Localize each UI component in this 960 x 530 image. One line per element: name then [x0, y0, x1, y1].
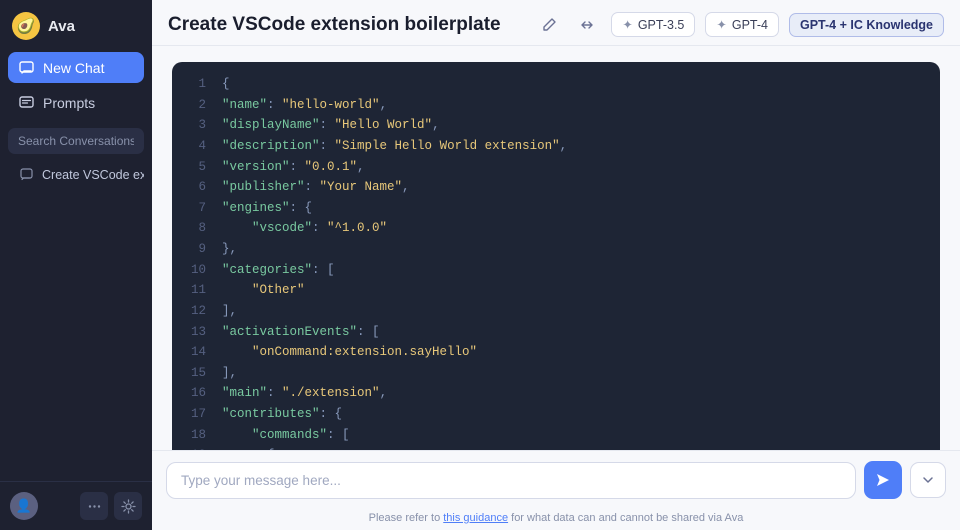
message-input[interactable]	[166, 462, 856, 499]
settings-button[interactable]	[114, 492, 142, 520]
code-line-8: 8 "vscode": "^1.0.0"	[188, 218, 924, 239]
model-gpt35-button[interactable]: ✦ GPT-3.5	[611, 12, 695, 37]
app-icon: 🥑	[12, 12, 40, 40]
code-line-12: 12 ],	[188, 301, 924, 322]
more-button[interactable]	[80, 492, 108, 520]
search-input[interactable]	[8, 128, 144, 154]
gpt4-label: GPT-4	[732, 18, 768, 32]
app-name: Ava	[48, 18, 75, 35]
code-line-6: 6"publisher": "Your Name",	[188, 177, 924, 198]
footer-prefix: Please refer to	[369, 512, 444, 524]
prompts-button[interactable]: Prompts	[8, 87, 144, 118]
code-line-16: 16"main": "./extension",	[188, 383, 924, 404]
sidebar-bottom-icons	[80, 492, 142, 520]
code-line-2: 2"name": "hello-world",	[188, 95, 924, 116]
code-block: 1{ 2"name": "hello-world", 3"displayName…	[172, 62, 940, 450]
model-gpt4-button[interactable]: ✦ GPT-4	[705, 12, 779, 37]
code-line-17: 17"contributes": {	[188, 404, 924, 425]
sidebar-header: 🥑 Ava	[0, 0, 152, 50]
code-line-1: 1{	[188, 74, 924, 95]
code-line-11: 11 "Other"	[188, 280, 924, 301]
code-line-14: 14 "onCommand:extension.sayHello"	[188, 342, 924, 363]
gpt35-icon: ✦	[622, 17, 632, 32]
model-gpt4ic-button[interactable]: GPT-4 + IC Knowledge	[789, 13, 944, 37]
main-panel: Create VSCode extension boilerplate ✦ GP…	[152, 0, 960, 530]
gpt4-icon: ✦	[716, 17, 726, 32]
avatar: 👤	[10, 492, 38, 520]
sidebar: 🥑 Ava New Chat Prompts	[0, 0, 152, 530]
input-area	[152, 450, 960, 509]
prompts-icon	[18, 94, 35, 111]
code-line-9: 9 },	[188, 239, 924, 260]
chat-item-label: Create VSCode extensi	[42, 168, 144, 182]
edit-button[interactable]	[535, 13, 563, 37]
code-line-10: 10"categories": [	[188, 260, 924, 281]
code-line-5: 5"version": "0.0.1",	[188, 157, 924, 178]
footer-link[interactable]: this guidance	[443, 512, 508, 524]
code-line-13: 13"activationEvents": [	[188, 322, 924, 343]
chat-item-icon	[18, 166, 35, 183]
chat-item[interactable]: Create VSCode extensi	[8, 160, 144, 189]
sidebar-bottom: 👤	[0, 481, 152, 530]
code-line-3: 3"displayName": "Hello World",	[188, 115, 924, 136]
page-title: Create VSCode extension boilerplate	[168, 14, 525, 36]
chat-icon	[18, 59, 35, 76]
adjust-button[interactable]	[573, 13, 601, 37]
scroll-down-button[interactable]	[910, 462, 946, 498]
new-chat-button[interactable]: New Chat	[8, 52, 144, 83]
topbar: Create VSCode extension boilerplate ✦ GP…	[152, 0, 960, 46]
new-chat-label: New Chat	[43, 60, 104, 76]
code-line-15: 15 ],	[188, 363, 924, 384]
gpt35-label: GPT-3.5	[638, 18, 685, 32]
code-line-18: 18 "commands": [	[188, 425, 924, 446]
footer-suffix: for what data can and cannot be shared v…	[508, 512, 743, 524]
gpt4ic-label: GPT-4 + IC Knowledge	[800, 18, 933, 32]
footer-bar: Please refer to this guidance for what d…	[152, 509, 960, 530]
code-line-4: 4"description": "Simple Hello World exte…	[188, 136, 924, 157]
code-line-7: 7"engines": {	[188, 198, 924, 219]
content-area: 1{ 2"name": "hello-world", 3"displayName…	[152, 46, 960, 450]
prompts-label: Prompts	[43, 95, 95, 111]
send-button[interactable]	[864, 461, 902, 499]
